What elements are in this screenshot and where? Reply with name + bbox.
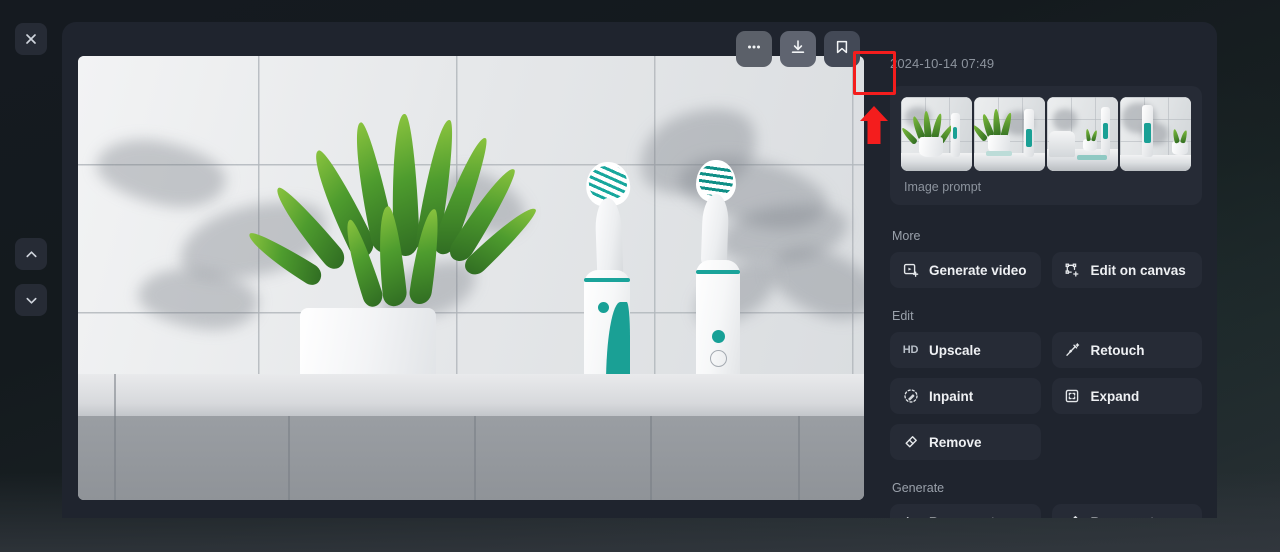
inpaint-brush-icon (902, 388, 919, 405)
remove-label: Remove (929, 434, 982, 450)
chevron-down-icon (24, 293, 39, 308)
image-stage (62, 22, 896, 518)
upscale-label: Upscale (929, 342, 981, 358)
section-title-edit: Edit (892, 309, 914, 323)
expand-icon (1064, 388, 1081, 405)
image-prompt-card: Image prompt (890, 86, 1202, 205)
image-viewer-modal: 2024-10-14 07:49 Image prompt More Gener… (62, 22, 1217, 518)
image-prompt-label: Image prompt (904, 180, 982, 194)
retouch-button[interactable]: Retouch (1051, 332, 1202, 368)
generate-video-label: Generate video (929, 262, 1027, 278)
inpaint-button[interactable]: Inpaint (890, 378, 1041, 414)
hd-icon: HD (902, 344, 919, 356)
regenerate-label: Regenerate (929, 515, 1003, 519)
bookmark-icon (833, 38, 851, 61)
details-side-panel: 2024-10-14 07:49 Image prompt More Gener… (876, 22, 1217, 518)
timestamp: 2024-10-14 07:49 (890, 56, 995, 71)
reprompt-label: Reprompt (1091, 515, 1155, 519)
close-icon (24, 32, 38, 46)
expand-label: Expand (1090, 388, 1140, 404)
generate-action-grid: Regenerate Reprompt (890, 504, 1202, 518)
expand-button[interactable]: Expand (1051, 378, 1202, 414)
reprompt-button[interactable]: Reprompt (1051, 504, 1202, 519)
regenerate-button[interactable]: Regenerate (890, 504, 1041, 518)
thumbnail-4[interactable] (1120, 97, 1191, 171)
next-image-button[interactable] (15, 284, 47, 316)
generated-image-content (78, 56, 864, 500)
remove-button[interactable]: Remove (890, 424, 1041, 460)
thumbnail-3[interactable] (1047, 97, 1118, 171)
canvas-edit-icon (1064, 262, 1081, 279)
section-title-more: More (892, 229, 921, 243)
thumbnail-1[interactable] (901, 97, 972, 171)
pencil-icon (1064, 514, 1081, 518)
refresh-icon (902, 514, 919, 518)
more-menu-button[interactable] (736, 31, 772, 67)
prev-image-button[interactable] (15, 238, 47, 270)
section-title-generate: Generate (892, 481, 945, 495)
bookmark-button[interactable] (824, 31, 860, 67)
eraser-icon (902, 434, 919, 451)
chevron-up-icon (24, 247, 39, 262)
upscale-button[interactable]: HD Upscale (890, 332, 1041, 368)
close-button[interactable] (15, 23, 47, 55)
edit-action-grid: HD Upscale Retouch Inpaint Expand Remove (890, 332, 1202, 460)
inpaint-label: Inpaint (929, 388, 974, 404)
edit-on-canvas-label: Edit on canvas (1090, 262, 1186, 278)
thumbnail-2[interactable] (974, 97, 1045, 171)
video-generate-icon (902, 262, 919, 279)
image-toolbar (736, 31, 860, 67)
ellipsis-icon (745, 38, 763, 61)
edit-on-canvas-button[interactable]: Edit on canvas (1051, 252, 1202, 288)
image-preview[interactable] (78, 56, 864, 500)
thumbnail-strip (901, 97, 1191, 171)
magic-wand-icon (1064, 342, 1081, 359)
retouch-label: Retouch (1090, 342, 1145, 358)
download-icon (789, 38, 807, 61)
generate-video-button[interactable]: Generate video (890, 252, 1041, 288)
more-action-grid: Generate video Edit on canvas (890, 252, 1202, 288)
download-button[interactable] (780, 31, 816, 67)
